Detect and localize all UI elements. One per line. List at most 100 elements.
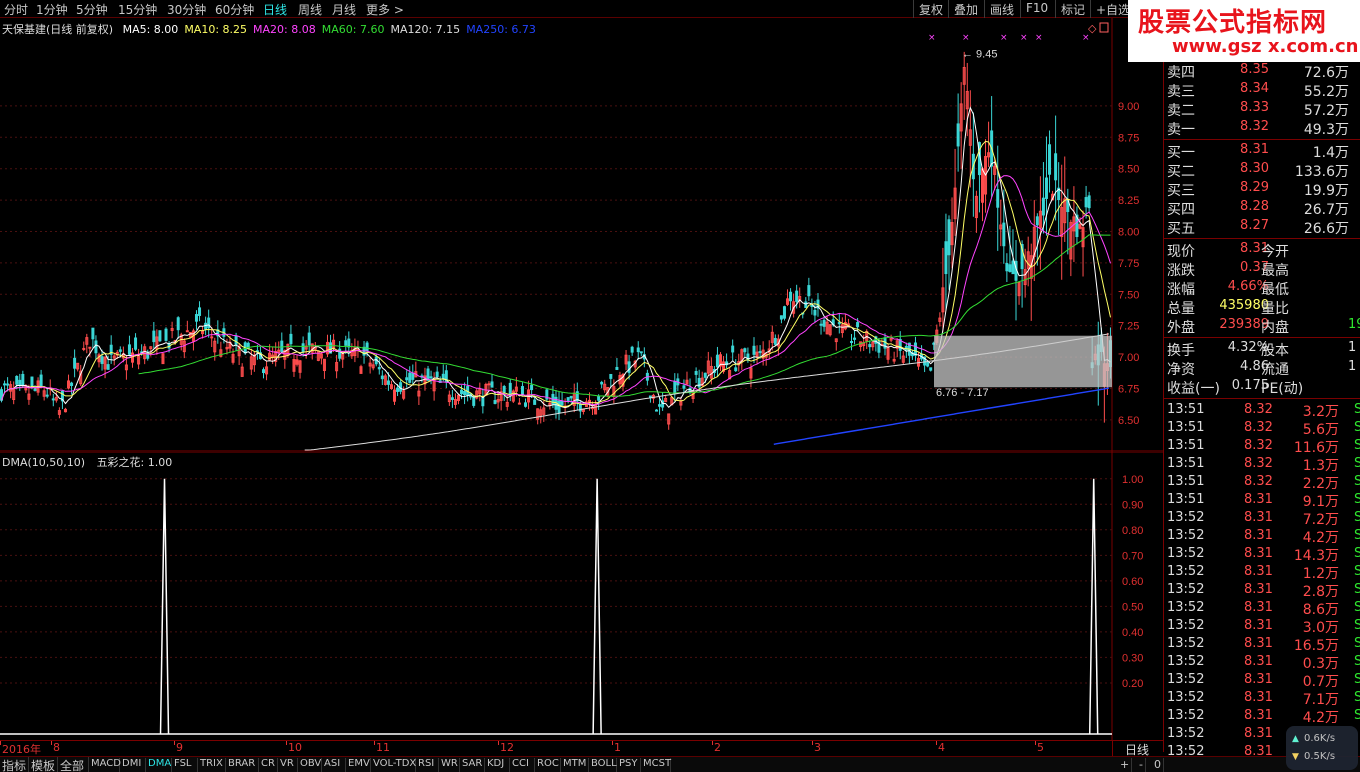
timeframe-tab-4[interactable]: 30分钟 <box>167 1 206 18</box>
tick-side: S <box>1354 708 1360 723</box>
stat-label: 现价 <box>1167 244 1195 260</box>
candle-body <box>600 381 604 385</box>
toolbar-button-2[interactable]: 画线 <box>984 0 1019 18</box>
indicator-tab-18[interactable]: KDJ <box>485 758 510 772</box>
tick-time: 13:52 <box>1167 510 1205 525</box>
timeframe-tab-1[interactable]: 1分钟 <box>36 1 68 18</box>
candle-body <box>743 348 747 353</box>
diamond-icon[interactable]: ◇ <box>1088 22 1097 35</box>
ask-label: 卖四 <box>1167 65 1195 81</box>
candle-body <box>91 327 95 340</box>
toolbar-button-1[interactable]: 叠加 <box>948 0 983 18</box>
signal-marker: × <box>1020 33 1028 43</box>
indicator-tab-22[interactable]: BOLL <box>589 758 617 772</box>
indicator-tab-0[interactable]: 指标 <box>0 757 29 772</box>
indicator-tab-23[interactable]: PSY <box>617 758 641 772</box>
timeframe-tab-8[interactable]: 月线 <box>332 1 356 18</box>
timeframe-tab-2[interactable]: 5分钟 <box>76 1 108 18</box>
signal-marker: × <box>1035 33 1043 43</box>
y-tick-label: 8.75 <box>1118 132 1139 144</box>
candle-body <box>530 384 534 391</box>
indicator-tab-6[interactable]: FSL <box>172 758 198 772</box>
candle-body <box>408 372 412 383</box>
tick-time: 13:52 <box>1167 564 1205 579</box>
indicator-tab-13[interactable]: EMV <box>346 758 371 772</box>
candle-body <box>493 400 497 404</box>
tick-volume: 8.6万 <box>1302 602 1339 618</box>
candle-body <box>856 322 860 328</box>
candle-body <box>773 337 777 345</box>
timeframe-tab-7[interactable]: 周线 <box>298 1 322 18</box>
x-tick <box>51 741 52 745</box>
tick-price: 8.32 <box>1244 420 1273 435</box>
candle-body <box>557 400 561 414</box>
chart-header: 天保基建(日线 前复权) MA5: 8.00 MA10: 8.25 MA20: 8.… <box>2 21 536 37</box>
tick-row: 13:52 8.31 14.3万 S <box>1164 545 1360 564</box>
zoom-button-2[interactable]: 0 <box>1152 758 1164 772</box>
candle-body <box>810 304 814 307</box>
indicator-tab-8[interactable]: BRAR <box>226 758 259 772</box>
y-tick-label: 9.00 <box>1118 101 1139 113</box>
tick-volume: 3.2万 <box>1302 404 1339 420</box>
x-tick-label: 1 <box>614 741 621 754</box>
bid-row: 买二 8.30 133.6万 <box>1164 161 1360 180</box>
candle-body <box>524 402 528 407</box>
indicator-tab-15[interactable]: RSI <box>416 758 439 772</box>
candle-body <box>944 241 948 275</box>
tick-time: 13:52 <box>1167 708 1205 723</box>
candle-body <box>569 395 573 399</box>
stat-value-3: 19 <box>1348 317 1360 332</box>
candle-body <box>703 372 707 378</box>
network-speed-widget[interactable]: ▲ 0.6K/s ▼ 0.5K/s <box>1286 726 1358 770</box>
tick-side: S <box>1354 492 1360 507</box>
x-tick <box>174 741 175 745</box>
zoom-button-0[interactable]: + <box>1118 758 1133 772</box>
tick-volume: 0.3万 <box>1302 656 1339 672</box>
timeframe-tab-3[interactable]: 15分钟 <box>118 1 157 18</box>
indicator-tab-3[interactable]: MACD <box>89 758 121 772</box>
timeframe-tab-0[interactable]: 分时 <box>4 1 28 18</box>
indicator-tab-1[interactable]: 模板 <box>29 757 58 772</box>
indicator-tick-label: 0.40 <box>1122 627 1143 639</box>
tick-row: 13:52 8.31 0.3万 S <box>1164 653 1360 672</box>
ask-volume: 49.3万 <box>1303 122 1349 138</box>
tick-side: S <box>1354 456 1360 471</box>
tick-side: S <box>1354 546 1360 561</box>
candle-body <box>1048 144 1052 175</box>
indicator-tab-20[interactable]: ROC <box>535 758 561 772</box>
ask-price: 8.34 <box>1240 81 1269 96</box>
candle-body <box>996 189 1000 208</box>
timeframe-tab-9[interactable]: 更多 > <box>366 1 404 18</box>
tick-time: 13:51 <box>1167 474 1205 489</box>
indicator-tab-11[interactable]: OBV <box>298 758 322 772</box>
timeframe-tab-6[interactable]: 日线 <box>263 1 287 18</box>
toolbar-button-3[interactable]: F10 <box>1020 0 1053 18</box>
tick-price: 8.31 <box>1244 492 1273 507</box>
indicator-tab-4[interactable]: DMI <box>120 758 146 772</box>
candle-body <box>795 290 799 302</box>
zoom-button-1[interactable]: - <box>1137 758 1146 772</box>
toolbar-button-4[interactable]: 标记 <box>1055 0 1090 18</box>
candle-body <box>194 314 198 322</box>
toolbar-button-0[interactable]: 复权 <box>913 0 948 18</box>
indicator-tab-16[interactable]: WR <box>439 758 460 772</box>
indicator-tab-5[interactable]: DMA <box>146 758 172 772</box>
indicator-tab-7[interactable]: TRIX <box>198 758 226 772</box>
bid-row: 买四 8.28 26.7万 <box>1164 199 1360 218</box>
indicator-tab-21[interactable]: MTM <box>561 758 589 772</box>
indicator-tab-14[interactable]: VOL-TDX <box>371 758 416 772</box>
timeframe-tab-5[interactable]: 60分钟 <box>215 1 254 18</box>
indicator-tab-19[interactable]: CCI <box>510 758 535 772</box>
indicator-tab-24[interactable]: MCST <box>641 758 671 772</box>
indicator-tab-9[interactable]: CR <box>259 758 278 772</box>
indicator-tab-10[interactable]: VR <box>278 758 298 772</box>
candle-body <box>82 347 86 350</box>
candle-body <box>164 328 168 341</box>
stat-label-2: 流通 <box>1261 362 1289 378</box>
indicator-tab-12[interactable]: ASI <box>322 758 346 772</box>
indicator-tab-2[interactable]: 全部 <box>58 757 89 772</box>
tick-side: S <box>1354 600 1360 615</box>
indicator-tab-17[interactable]: SAR <box>460 758 485 772</box>
stat-row: 收益(一) 0.175 PE(动) <box>1164 378 1360 397</box>
stat-row: 净资 4.86 流通 1 <box>1164 359 1360 378</box>
